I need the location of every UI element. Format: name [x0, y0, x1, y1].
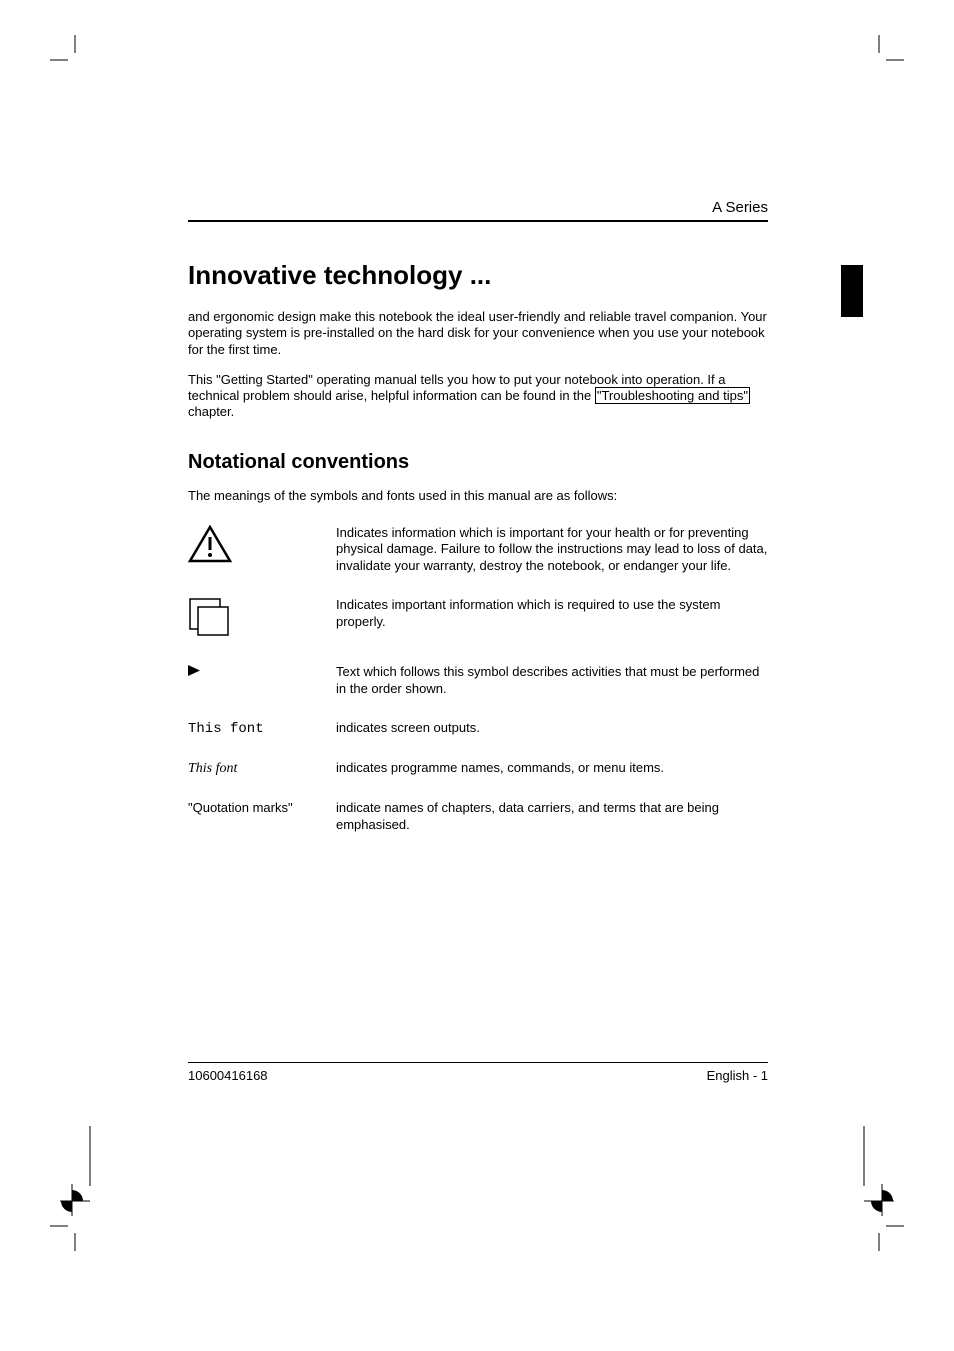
- italic-font-sample: This font: [188, 761, 237, 776]
- section-intro: The meanings of the symbols and fonts us…: [188, 488, 768, 503]
- mono-font-cell: This font: [188, 720, 336, 760]
- table-row: Text which follows this symbol describes…: [188, 664, 768, 720]
- arrow-symbol-cell: [188, 664, 336, 720]
- info-description: Indicates important information which is…: [336, 597, 768, 664]
- warning-triangle-icon: [188, 525, 232, 568]
- mono-font-sample: This font: [188, 721, 264, 737]
- footer-doc-number: 10600416168: [188, 1068, 268, 1083]
- page-heading: Innovative technology ...: [188, 260, 768, 291]
- registration-mark-left: [60, 1126, 96, 1221]
- intro-paragraph-1: and ergonomic design make this notebook …: [188, 309, 768, 358]
- mono-description: indicates screen outputs.: [336, 720, 768, 760]
- table-row: Indicates information which is important…: [188, 525, 768, 598]
- quotation-cell: "Quotation marks": [188, 800, 336, 856]
- page-content: A Series Innovative technology ... and e…: [188, 199, 768, 856]
- italic-description: indicates programme names, commands, or …: [336, 760, 768, 800]
- warning-description: Indicates information which is important…: [336, 525, 768, 598]
- intro-paragraph-2b: chapter.: [188, 404, 234, 419]
- table-row: This font indicates programme names, com…: [188, 760, 768, 800]
- conventions-table: Indicates information which is important…: [188, 525, 768, 857]
- table-row: Indicates important information which is…: [188, 597, 768, 664]
- warning-symbol-cell: [188, 525, 336, 598]
- header-rule: A Series: [188, 199, 768, 222]
- info-box-icon: [188, 597, 236, 642]
- right-arrow-icon: [188, 664, 200, 679]
- intro-paragraph-2: This "Getting Started" operating manual …: [188, 372, 768, 421]
- running-header: A Series: [188, 199, 768, 216]
- italic-font-cell: This font: [188, 760, 336, 800]
- table-row: This font indicates screen outputs.: [188, 720, 768, 760]
- arrow-description: Text which follows this symbol describes…: [336, 664, 768, 720]
- quotation-description: indicate names of chapters, data carrier…: [336, 800, 768, 856]
- info-symbol-cell: [188, 597, 336, 664]
- section-heading: Notational conventions: [188, 451, 768, 474]
- troubleshooting-link[interactable]: "Troubleshooting and tips": [595, 387, 750, 404]
- registration-mark-right: [858, 1126, 894, 1221]
- table-row: "Quotation marks" indicate names of chap…: [188, 800, 768, 856]
- quotation-sample: "Quotation marks": [188, 800, 293, 815]
- edge-tab-marker: [841, 265, 863, 317]
- crop-mark-top-left: [50, 35, 100, 85]
- footer-rule: 10600416168 English - 1: [188, 1062, 768, 1083]
- crop-mark-top-right: [854, 35, 904, 85]
- footer-page-label: English - 1: [707, 1068, 768, 1083]
- page-footer: 10600416168 English - 1: [188, 1062, 768, 1083]
